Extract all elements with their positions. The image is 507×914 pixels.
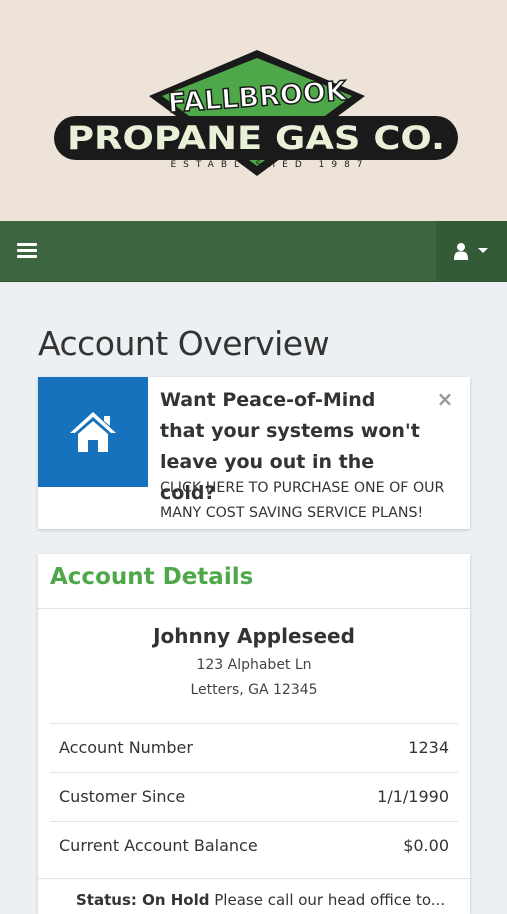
- account-balance-row: Current Account Balance $0.00: [50, 821, 458, 870]
- company-logo: FALLBROOK PROPANE GAS CO. ESTABLISHED 19…: [54, 50, 458, 176]
- row-label: Account Number: [59, 738, 193, 757]
- account-balance-value: $0.00: [403, 836, 449, 855]
- row-label: Customer Since: [59, 787, 186, 806]
- row-label: Current Account Balance: [59, 836, 258, 855]
- brand-header: FALLBROOK PROPANE GAS CO. ESTABLISHED 19…: [0, 0, 507, 221]
- hamburger-icon[interactable]: [17, 243, 37, 259]
- home-icon: [70, 412, 116, 452]
- account-number-value: 1234: [408, 738, 449, 757]
- promo-link-text[interactable]: CLICK HERE TO PURCHASE ONE OF OUR MANY C…: [160, 476, 460, 526]
- user-icon: [454, 243, 468, 260]
- status-message: Please call our head office to...: [214, 891, 446, 909]
- status-label: Status: On Hold: [76, 891, 210, 909]
- divider: [38, 608, 470, 609]
- account-details-heading: Account Details: [50, 564, 254, 590]
- caret-down-icon: [478, 248, 488, 253]
- logo-name-text: PROPANE GAS CO.: [67, 119, 445, 157]
- page-title: Account Overview: [38, 324, 330, 363]
- divider: [38, 878, 470, 879]
- account-number-row: Account Number 1234: [50, 723, 458, 772]
- logo-tagline: ESTABLISHED 1987: [170, 160, 369, 170]
- close-icon[interactable]: ×: [436, 387, 454, 411]
- promo-icon-box: [38, 377, 148, 487]
- address-line-1: 123 Alphabet Ln: [196, 657, 312, 673]
- top-navbar: [0, 221, 507, 282]
- account-status-message: Status: On Hold Please call our head off…: [76, 891, 456, 909]
- user-menu-button[interactable]: [436, 221, 507, 281]
- account-details-panel: Account Details Johnny Appleseed 123 Alp…: [38, 554, 470, 914]
- account-info-list: Account Number 1234 Customer Since 1/1/1…: [50, 723, 458, 870]
- service-plan-promo[interactable]: Want Peace-of-Mind that your systems won…: [38, 377, 470, 529]
- customer-name: Johnny Appleseed: [153, 624, 355, 648]
- customer-since-row: Customer Since 1/1/1990: [50, 772, 458, 821]
- address-line-2: Letters, GA 12345: [190, 682, 318, 698]
- customer-since-value: 1/1/1990: [377, 787, 449, 806]
